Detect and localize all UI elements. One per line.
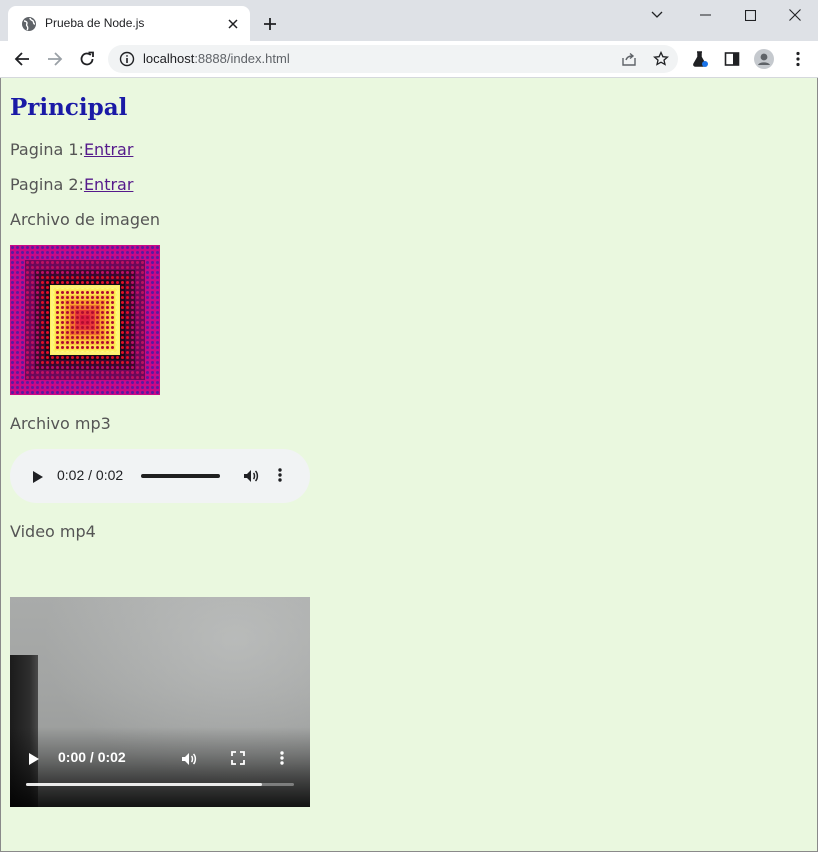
pattern-image xyxy=(10,245,160,395)
audio-label: Archivo mp3 xyxy=(10,414,111,433)
browser-toolbar: localhost:8888/index.html xyxy=(0,41,818,78)
audio-volume-icon[interactable] xyxy=(242,467,260,489)
video-controls-overlay xyxy=(10,727,310,807)
tab-active[interactable]: Prueba de Node.js xyxy=(8,6,250,41)
maximize-icon[interactable] xyxy=(727,0,773,30)
bookmark-star-icon[interactable] xyxy=(652,50,670,68)
window-close-icon[interactable] xyxy=(772,0,818,30)
audio-play-icon[interactable] xyxy=(32,469,44,488)
tab-strip: Prueba de Node.js xyxy=(0,0,818,41)
address-bar[interactable]: localhost:8888/index.html xyxy=(108,45,678,73)
video-play-icon[interactable] xyxy=(28,751,40,770)
video-player[interactable]: 0:00 / 0:02 xyxy=(10,597,310,807)
close-tab-icon[interactable] xyxy=(224,15,242,33)
forward-arrow-icon[interactable] xyxy=(43,47,67,71)
audio-time: 0:02 / 0:02 xyxy=(57,467,124,483)
fullscreen-icon[interactable] xyxy=(230,750,246,770)
globe-icon xyxy=(21,16,37,32)
tab-search-icon[interactable] xyxy=(634,0,680,30)
tab-title: Prueba de Node.js xyxy=(45,16,145,30)
audio-progress-bar[interactable] xyxy=(141,474,220,478)
video-volume-icon[interactable] xyxy=(180,750,198,772)
side-panel-icon[interactable] xyxy=(722,49,742,69)
site-info-icon[interactable] xyxy=(119,51,135,67)
page-viewport: Principal Pagina 1:Entrar Pagina 2:Entra… xyxy=(0,78,818,852)
page2-label: Pagina 2: xyxy=(10,175,84,194)
video-progress-fill xyxy=(26,783,262,786)
video-label: Video mp4 xyxy=(10,522,96,541)
new-tab-icon[interactable] xyxy=(260,14,280,34)
video-more-icon[interactable] xyxy=(280,750,284,770)
share-icon[interactable] xyxy=(620,50,638,68)
page-title: Principal xyxy=(10,94,128,121)
reload-icon[interactable] xyxy=(75,47,99,71)
image-label: Archivo de imagen xyxy=(10,210,160,229)
url-text[interactable]: localhost:8888/index.html xyxy=(143,51,290,66)
labs-flask-icon[interactable] xyxy=(690,49,710,69)
menu-kebab-icon[interactable] xyxy=(788,49,808,69)
url-host: localhost xyxy=(143,51,195,66)
minimize-icon[interactable] xyxy=(682,0,728,30)
page2-link[interactable]: Entrar xyxy=(84,175,133,194)
audio-more-icon[interactable] xyxy=(278,467,282,487)
audio-player[interactable]: 0:02 / 0:02 xyxy=(10,449,310,503)
page1-link[interactable]: Entrar xyxy=(84,140,133,159)
video-time: 0:00 / 0:02 xyxy=(58,749,126,765)
page1-row: Pagina 1:Entrar xyxy=(10,140,133,159)
page2-row: Pagina 2:Entrar xyxy=(10,175,133,194)
profile-avatar-icon[interactable] xyxy=(754,49,774,69)
back-arrow-icon[interactable] xyxy=(10,47,34,71)
url-path: :8888/index.html xyxy=(194,51,290,66)
page1-label: Pagina 1: xyxy=(10,140,84,159)
